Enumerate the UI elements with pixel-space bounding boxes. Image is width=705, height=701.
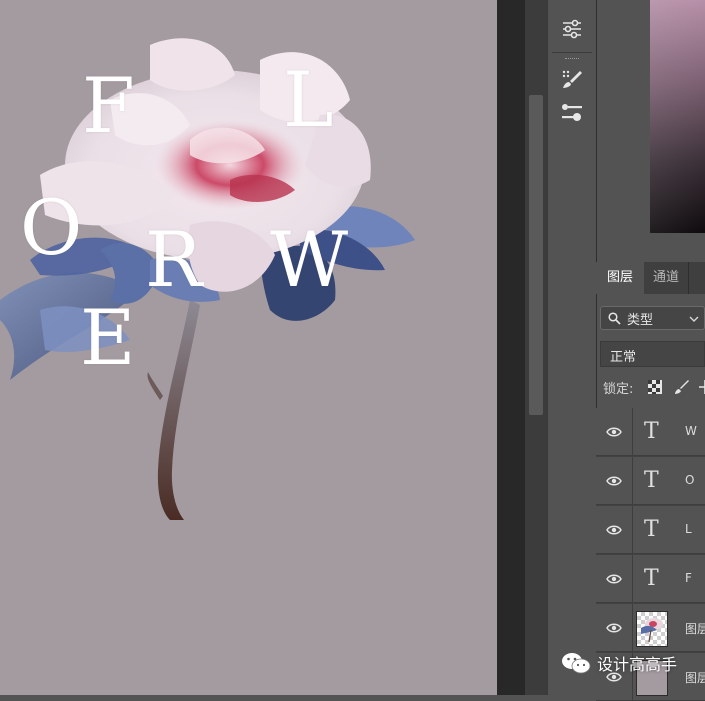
watermark-text: 设计高高手 — [597, 655, 678, 674]
text-layer-icon: T — [644, 517, 659, 542]
lock-transparent-pixels-icon[interactable] — [648, 380, 662, 394]
canvas-letter-r: R — [145, 215, 203, 304]
layer-row-text-l[interactable]: T L — [596, 506, 705, 554]
layer-thumbnail — [636, 611, 668, 647]
tab-channels[interactable]: 通道 — [644, 262, 688, 294]
canvas-letter-l: L — [283, 55, 334, 144]
canvas-letter-o: O — [20, 183, 83, 272]
eye-icon — [606, 623, 622, 633]
canvas-letter-w: W — [270, 215, 349, 304]
adjustments-sliders-icon[interactable] — [548, 12, 596, 46]
eye-icon — [606, 574, 622, 584]
layer-visibility-toggle[interactable] — [596, 408, 633, 456]
document-canvas[interactable]: F L O R W E — [0, 0, 497, 695]
layer-filter-label: 类型 — [627, 313, 654, 328]
lock-image-pixels-icon[interactable] — [674, 379, 690, 395]
layer-row-flower-image[interactable]: 图层 — [596, 604, 705, 652]
text-layer-icon: T — [644, 468, 659, 493]
layer-row-text-f[interactable]: T F — [596, 555, 705, 603]
canvas-letter-e: E — [80, 293, 136, 382]
tab-layers[interactable]: 图层 — [596, 262, 644, 294]
color-picker-field[interactable] — [650, 0, 705, 233]
lock-options-row: 锁定: — [600, 376, 705, 398]
layer-visibility-toggle[interactable] — [596, 555, 633, 603]
brush-settings-icon[interactable] — [548, 62, 596, 96]
layer-row-text-o[interactable]: T O — [596, 457, 705, 505]
search-icon — [608, 312, 621, 325]
eye-icon — [606, 427, 622, 437]
peony-flower-image — [0, 38, 415, 520]
layer-name: F — [685, 571, 692, 585]
tab-paths-truncated[interactable] — [688, 262, 705, 294]
canvas-gutter — [497, 0, 525, 695]
lock-position-icon[interactable] — [698, 379, 705, 395]
layer-name: W — [685, 424, 697, 438]
wechat-watermark: 设计高高手 — [561, 650, 677, 676]
layer-filter-select[interactable]: 类型 — [600, 306, 705, 330]
blend-mode-label: 正常 — [610, 350, 637, 365]
blend-mode-select[interactable]: 正常 — [600, 341, 705, 367]
panel-dock-strip — [547, 0, 596, 695]
text-layer-icon: T — [644, 419, 659, 444]
layer-row-text-w[interactable]: T W — [596, 408, 705, 456]
clone-source-icon[interactable] — [548, 96, 596, 130]
layer-name: O — [685, 473, 695, 487]
chevron-down-icon — [689, 316, 699, 322]
wechat-icon — [562, 653, 591, 674]
lock-label: 锁定: — [603, 382, 634, 397]
text-layer-icon: T — [644, 566, 659, 591]
layer-name: 图层 — [685, 671, 705, 685]
layer-visibility-toggle[interactable] — [596, 457, 633, 505]
layer-visibility-toggle[interactable] — [596, 506, 633, 554]
canvas-scrollbar-thumb[interactable] — [529, 95, 543, 415]
layers-panel-tabs: 图层 通道 — [596, 262, 705, 294]
panel-grip[interactable] — [565, 58, 579, 61]
eye-icon — [606, 476, 622, 486]
canvas-letter-f: F — [82, 61, 135, 150]
layer-visibility-toggle[interactable] — [596, 604, 633, 652]
tool-separator — [552, 52, 592, 53]
layer-name: L — [685, 522, 692, 536]
layer-name: 图层 — [685, 622, 705, 636]
eye-icon — [606, 525, 622, 535]
